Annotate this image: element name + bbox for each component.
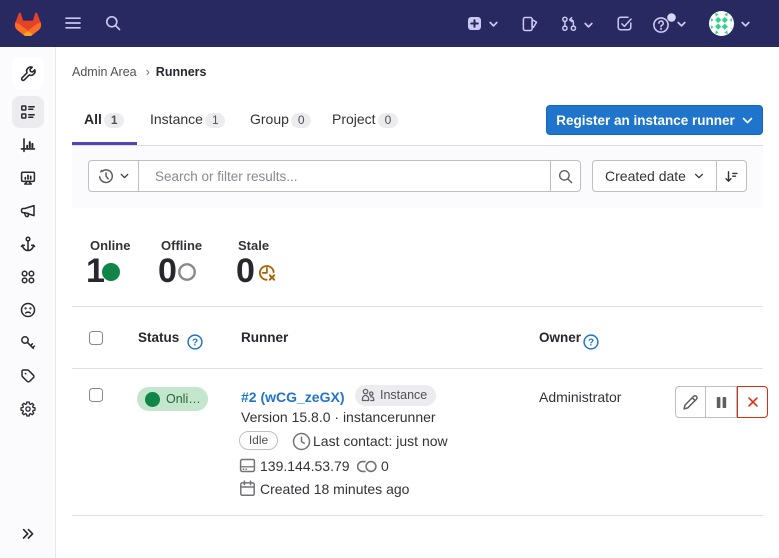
svg-text:?: ?: [192, 338, 198, 349]
svg-text:?: ?: [588, 338, 594, 349]
